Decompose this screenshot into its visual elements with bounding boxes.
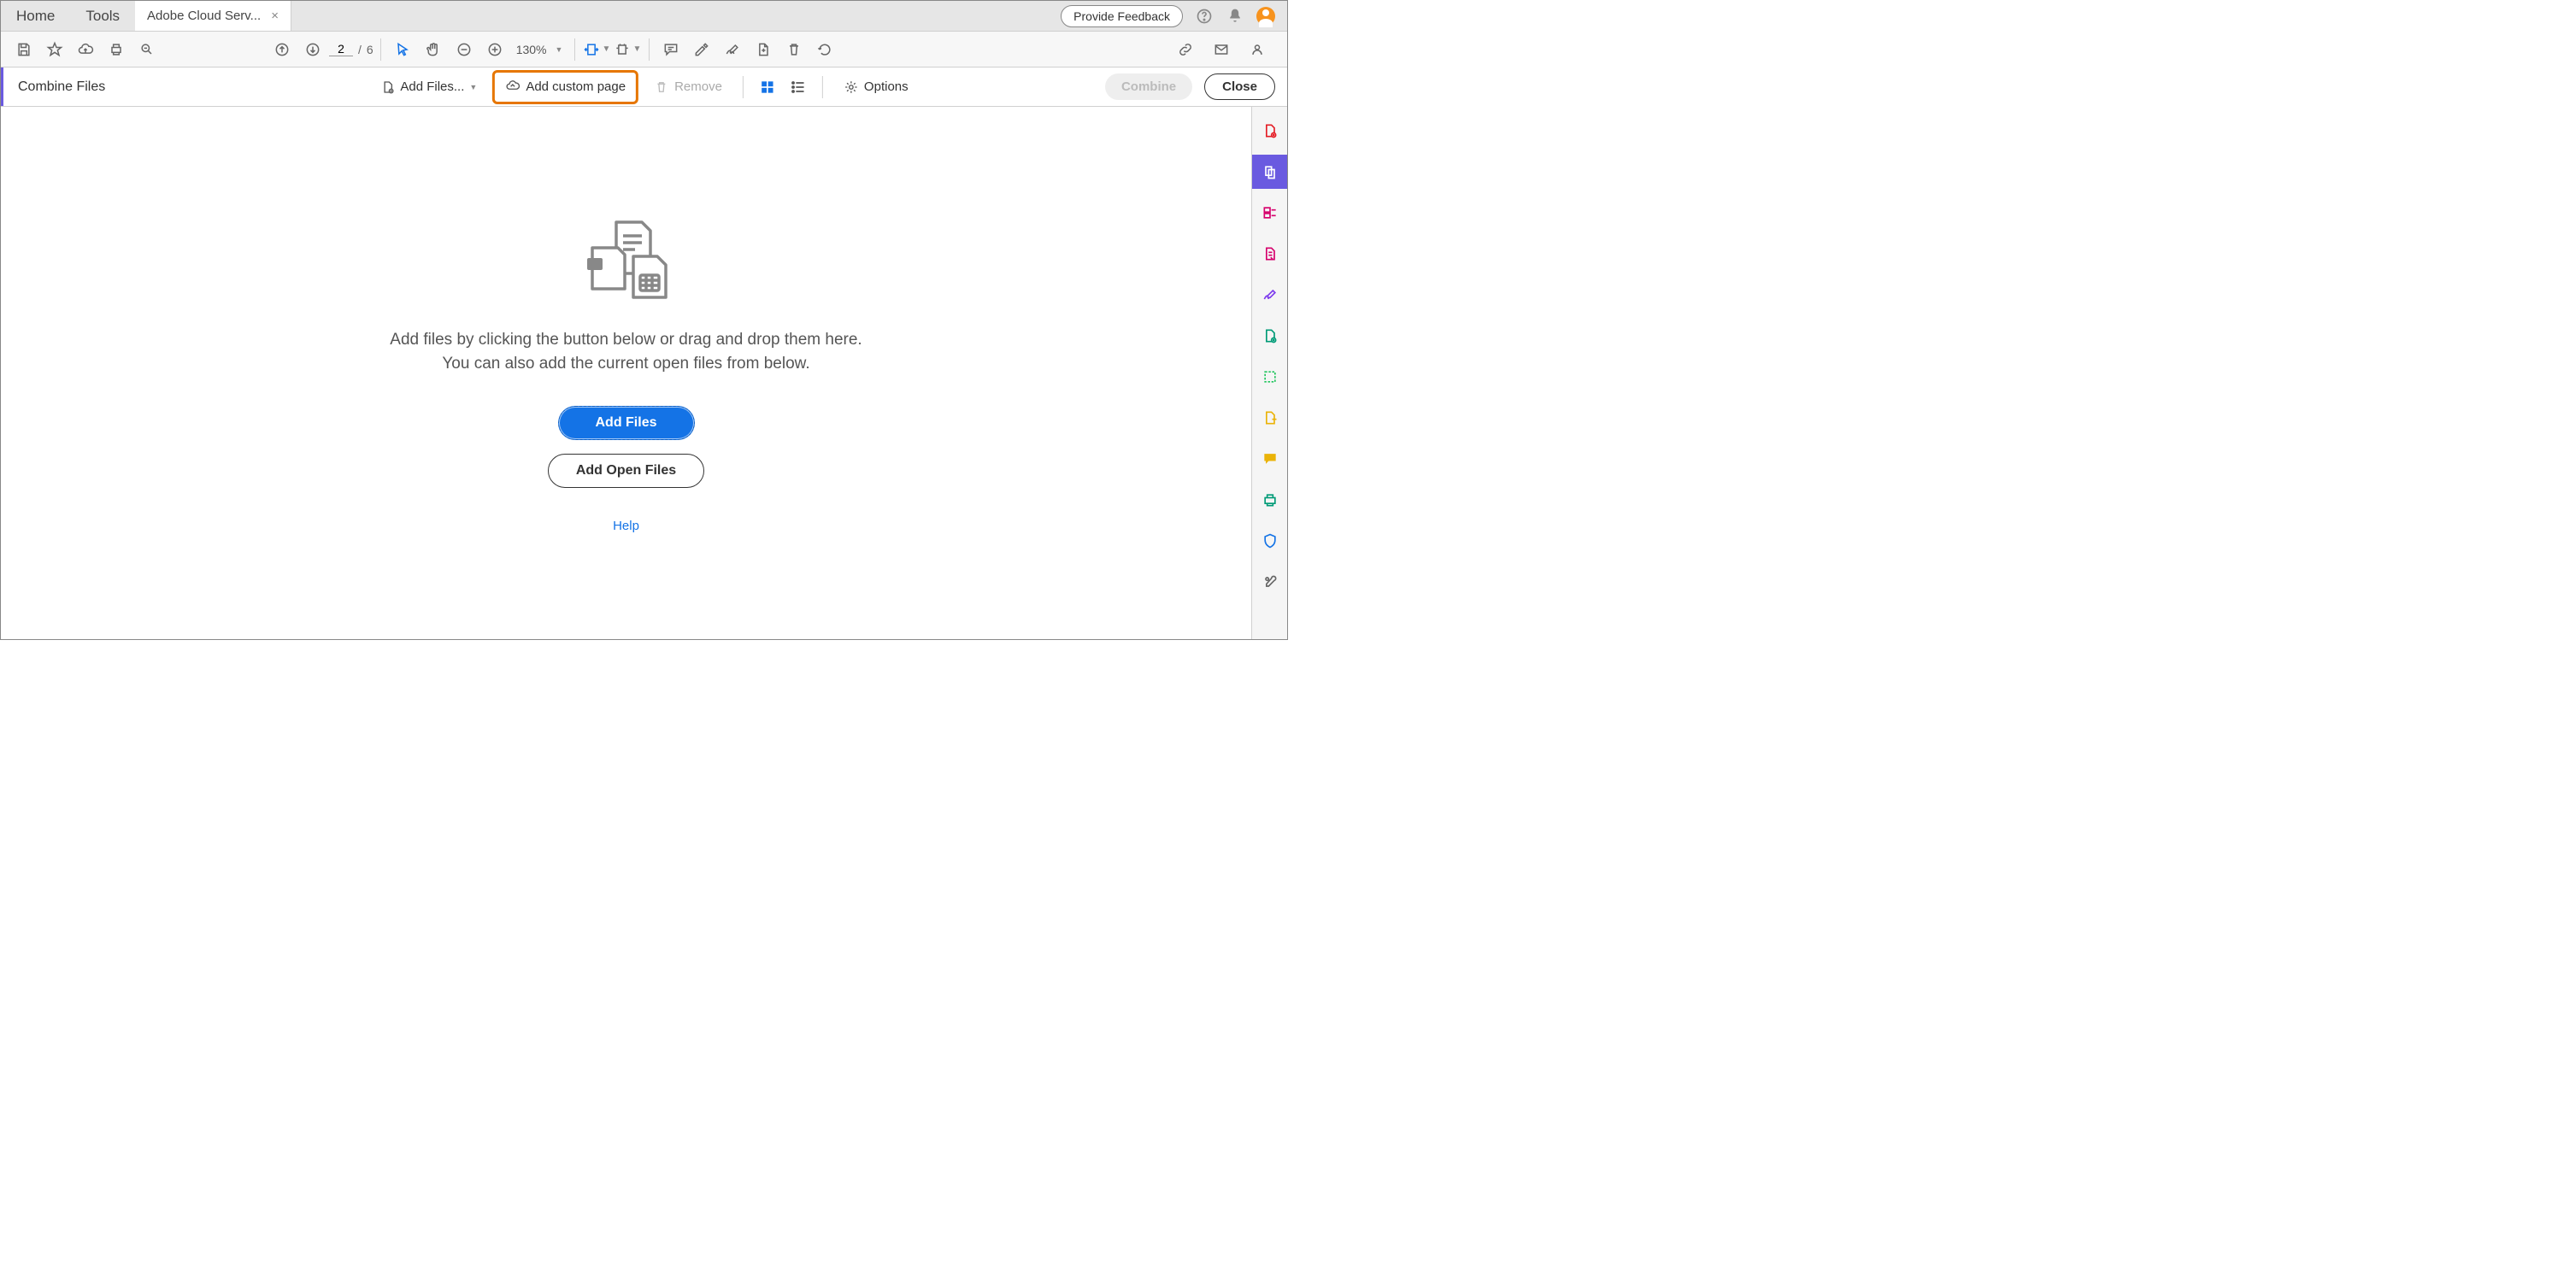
zoom-dropdown[interactable]: 130% ▼ (511, 43, 568, 56)
create-pdf-tool-icon[interactable] (1252, 114, 1288, 148)
add-custom-page-label: Add custom page (526, 79, 626, 94)
page-indicator: / 6 (329, 42, 373, 56)
hand-tool-icon[interactable] (419, 35, 448, 64)
search-icon[interactable] (132, 35, 162, 64)
bell-icon[interactable] (1226, 7, 1244, 26)
separator (380, 38, 381, 61)
combine-files-tool-icon[interactable] (1252, 155, 1288, 189)
separator (743, 76, 744, 98)
right-tools-sidebar (1251, 107, 1287, 639)
dropdown-caret-icon: ▼ (556, 45, 563, 54)
add-files-dropdown[interactable]: Add Files... ▼ (371, 74, 485, 100)
protect-tool-icon[interactable] (1252, 524, 1288, 558)
add-files-label: Add Files... (400, 79, 464, 94)
zoom-out-icon[interactable] (450, 35, 479, 64)
redact-tool-icon[interactable] (1252, 401, 1288, 435)
tab-document-label: Adobe Cloud Serv... (147, 9, 261, 23)
help-icon[interactable] (1195, 7, 1214, 26)
user-avatar-icon[interactable] (1256, 7, 1275, 26)
pointer-tool-icon[interactable] (388, 35, 417, 64)
dropdown-caret-icon: ▼ (469, 83, 477, 91)
close-button[interactable]: Close (1204, 73, 1275, 100)
options-label: Options (864, 79, 909, 94)
list-view-icon[interactable] (786, 75, 810, 99)
rotate-icon[interactable] (810, 35, 839, 64)
link-icon[interactable] (1171, 35, 1200, 64)
empty-state-icon (567, 214, 686, 311)
add-open-files-button[interactable]: Add Open Files (548, 454, 704, 488)
profile-share-icon[interactable] (1243, 35, 1272, 64)
crop-pages-tool-icon[interactable] (1252, 360, 1288, 394)
comment-icon[interactable] (656, 35, 685, 64)
close-tab-icon[interactable]: × (271, 9, 279, 23)
page-display-icon[interactable]: ▼ (613, 35, 642, 64)
empty-line1: Add files by clicking the button below o… (390, 328, 862, 353)
empty-line2: You can also add the current open files … (390, 352, 862, 377)
insert-page-icon[interactable] (749, 35, 778, 64)
fill-sign-tool-icon[interactable] (1252, 278, 1288, 312)
tab-bar: Home Tools Adobe Cloud Serv... × Provide… (1, 1, 1287, 32)
drop-zone[interactable]: Add files by clicking the button below o… (1, 107, 1251, 639)
combine-files-toolbar: Combine Files Add Files... ▼ Add custom … (1, 68, 1287, 107)
separator (822, 76, 823, 98)
highlight-icon[interactable] (687, 35, 716, 64)
combine-toolbar-center: Add Files... ▼ Add custom page Remove O (371, 70, 916, 104)
app-window: Home Tools Adobe Cloud Serv... × Provide… (0, 0, 1288, 640)
page-number-input[interactable] (329, 42, 353, 56)
tabbar-right: Provide Feedback (1061, 1, 1287, 31)
empty-state-text: Add files by clicking the button below o… (390, 328, 862, 377)
page-separator: / (358, 43, 362, 56)
page-up-icon[interactable] (268, 35, 297, 64)
page-total: 6 (367, 43, 373, 56)
combine-toolbar-right: Combine Close (1105, 73, 1275, 100)
toolbar-right (1171, 35, 1279, 64)
star-icon[interactable] (40, 35, 69, 64)
print-icon[interactable] (102, 35, 131, 64)
main-body: Add files by clicking the button below o… (1, 107, 1287, 639)
cloud-upload-icon[interactable] (71, 35, 100, 64)
remove-label: Remove (674, 79, 722, 94)
tab-document[interactable]: Adobe Cloud Serv... × (135, 1, 291, 31)
comment-tool-icon[interactable] (1252, 442, 1288, 476)
zoom-in-icon[interactable] (480, 35, 509, 64)
main-toolbar: / 6 130% ▼ ▼ ▼ (1, 32, 1287, 68)
sign-icon[interactable] (718, 35, 747, 64)
options-button[interactable]: Options (835, 74, 917, 100)
delete-icon[interactable] (779, 35, 809, 64)
fit-width-icon[interactable]: ▼ (582, 35, 611, 64)
provide-feedback-button[interactable]: Provide Feedback (1061, 5, 1183, 27)
add-custom-page-button[interactable]: Add custom page (492, 70, 638, 104)
more-tools-icon[interactable] (1252, 565, 1288, 599)
separator (649, 38, 650, 61)
print-production-tool-icon[interactable] (1252, 483, 1288, 517)
email-icon[interactable] (1207, 35, 1236, 64)
zoom-value: 130% (516, 43, 547, 56)
page-down-icon[interactable] (298, 35, 327, 64)
edit-pdf-tool-icon[interactable] (1252, 237, 1288, 271)
add-files-button[interactable]: Add Files (558, 406, 695, 440)
tab-tools[interactable]: Tools (70, 1, 135, 31)
organize-pages-tool-icon[interactable] (1252, 196, 1288, 230)
remove-button: Remove (645, 74, 731, 100)
export-pdf-tool-icon[interactable] (1252, 319, 1288, 353)
separator (574, 38, 575, 61)
tabbar-spacer (291, 1, 1061, 31)
help-link[interactable]: Help (613, 519, 639, 533)
combine-files-title: Combine Files (18, 79, 105, 95)
combine-button: Combine (1105, 73, 1192, 100)
save-icon[interactable] (9, 35, 38, 64)
tab-home[interactable]: Home (1, 1, 70, 31)
thumbnail-view-icon[interactable] (756, 75, 779, 99)
